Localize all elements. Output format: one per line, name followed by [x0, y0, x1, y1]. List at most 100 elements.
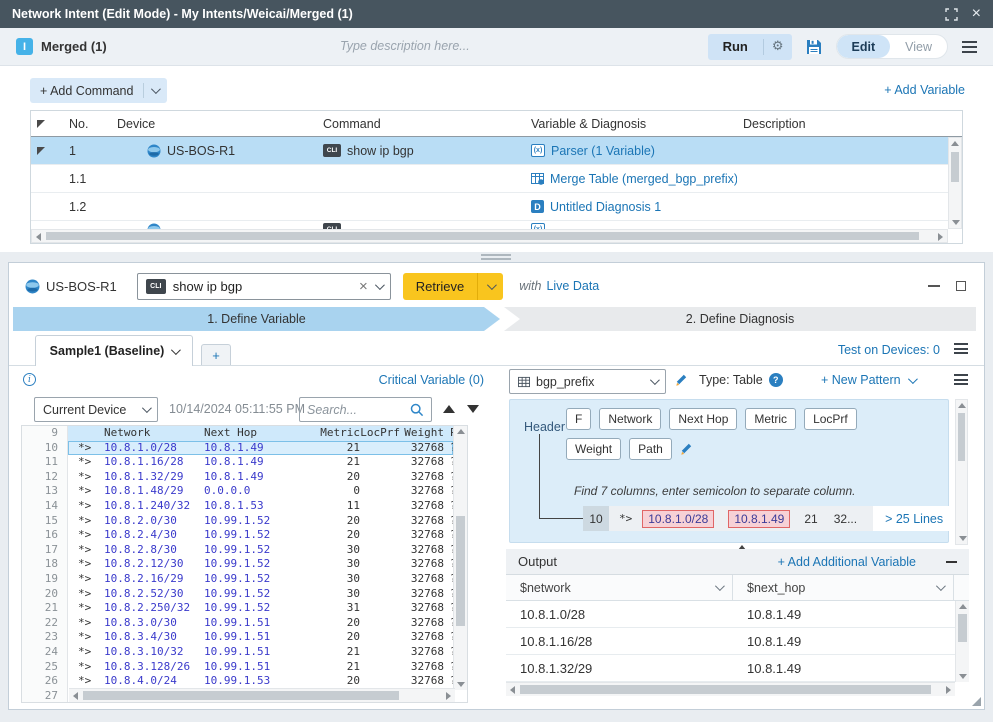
run-button[interactable]: Run [708, 34, 763, 60]
raw-text-line[interactable]: 22*>10.8.3.0/3010.99.1.512032768? [22, 616, 467, 631]
add-variable-link[interactable]: + Add Variable [884, 83, 965, 97]
search-icon[interactable] [410, 403, 424, 417]
raw-text-line[interactable]: 20*>10.8.2.52/3010.99.1.523032768? [22, 587, 467, 602]
diagnosis-icon: D [531, 200, 544, 213]
tab-sample1-baseline[interactable]: Sample1 (Baseline) [35, 335, 193, 366]
output-vscrollbar[interactable] [955, 601, 969, 682]
raw-hscrollbar[interactable] [69, 688, 455, 702]
panel-splitter-handle[interactable] [481, 254, 511, 260]
panel-resize-handle[interactable] [972, 697, 981, 706]
raw-text-line[interactable]: 12*>10.8.1.32/2910.8.1.492032768? [22, 470, 467, 485]
raw-text-line[interactable]: 26*>10.8.4.0/2410.99.1.532032768? [22, 674, 467, 689]
add-command-button[interactable]: + Add Command [30, 78, 167, 103]
step-define-variable[interactable]: 1. Define Variable [13, 307, 500, 331]
raw-header-line[interactable]: 9NetworkNext HopMetricLocPrfWeightPath [22, 426, 467, 441]
find-previous-icon[interactable] [443, 405, 455, 413]
raw-text-line[interactable]: 24*>10.8.3.10/3210.99.1.512132768? [22, 645, 467, 660]
raw-text-line[interactable]: 16*>10.8.2.4/3010.99.1.522032768? [22, 528, 467, 543]
raw-text-line[interactable]: 19*>10.8.2.16/2910.99.1.523032768? [22, 572, 467, 587]
raw-text-line[interactable]: 23*>10.8.3.4/3010.99.1.512032768? [22, 630, 467, 645]
maximize-icon[interactable] [945, 8, 958, 21]
close-icon[interactable]: × [972, 6, 981, 22]
column-key-chip[interactable]: Next Hop [669, 408, 737, 430]
tab-dropdown-icon[interactable] [171, 345, 181, 355]
collapse-panel-icon[interactable] [928, 285, 940, 287]
run-settings-gear-icon[interactable]: ⚙ [764, 39, 792, 54]
row-variable[interactable]: Merge Table (merged_bgp_prefix) [525, 172, 737, 186]
collapse-all-icon[interactable] [37, 120, 45, 128]
retrieve-dropdown-icon[interactable] [478, 277, 503, 295]
view-mode-button[interactable]: View [890, 35, 947, 58]
raw-text-line[interactable]: 13*>10.8.1.48/290.0.0.0032768? [22, 484, 467, 499]
raw-text-line[interactable]: 10*>10.8.1.0/2810.8.1.492132768? [22, 441, 467, 456]
pattern-vscrollbar[interactable] [955, 399, 968, 545]
raw-vscrollbar[interactable] [453, 426, 467, 690]
row-variable[interactable]: (x)Parser (1 Variable) [525, 144, 737, 158]
raw-text-line[interactable]: 21*>10.8.2.250/3210.99.1.523132768? [22, 601, 467, 616]
find-next-icon[interactable] [467, 405, 479, 413]
save-icon[interactable] [806, 39, 822, 55]
new-pattern-button[interactable]: + New Pattern [821, 373, 915, 387]
output-column-select[interactable]: $next_hop [733, 575, 954, 600]
edit-mode-button[interactable]: Edit [837, 35, 891, 58]
raw-text-line[interactable]: 14*>10.8.1.240/3210.8.1.531132768? [22, 499, 467, 514]
info-icon[interactable]: i [23, 373, 36, 386]
sample-nexthop-match[interactable]: 10.8.1.49 [728, 510, 790, 528]
lines-expand-link[interactable]: > 25 Lines [873, 506, 955, 531]
raw-text-line[interactable]: 17*>10.8.2.8/3010.99.1.523032768? [22, 543, 467, 558]
description-input[interactable]: Type description here... [340, 39, 470, 53]
output-minimize-icon[interactable] [946, 561, 957, 563]
add-command-dropdown-icon[interactable] [151, 84, 161, 94]
output-row[interactable]: 10.8.1.16/2810.8.1.49 [506, 628, 969, 655]
intent-name: Merged (1) [41, 39, 107, 54]
raw-text-line[interactable]: 15*>10.8.2.0/3010.99.1.522032768? [22, 514, 467, 529]
raw-output-viewer[interactable]: 9NetworkNext HopMetricLocPrfWeightPath10… [21, 425, 468, 703]
command-table-row[interactable]: 1US-BOS-R1CLIshow ip bgp(x)Parser (1 Var… [31, 137, 962, 165]
critical-variable-link[interactable]: Critical Variable (0) [379, 373, 484, 387]
toolbar-menu-icon[interactable] [962, 41, 977, 53]
output-row[interactable]: 10.8.1.0/2810.8.1.49 [506, 601, 969, 628]
pattern-menu-icon[interactable] [954, 374, 968, 385]
cli-badge: CLI [323, 144, 341, 157]
variable-select[interactable]: bgp_prefix [509, 369, 666, 394]
command-table-hscrollbar[interactable] [31, 229, 948, 243]
tab-menu-icon[interactable] [954, 343, 968, 354]
output-title: Output [518, 554, 557, 569]
live-data-link[interactable]: Live Data [546, 279, 599, 293]
row-device: US-BOS-R1 [111, 144, 317, 158]
row-collapse-icon[interactable] [37, 147, 45, 155]
device-scope-select[interactable]: Current Device [34, 397, 158, 422]
add-sample-tab[interactable]: + [201, 344, 231, 365]
command-table-row[interactable]: 1.2DUntitled Diagnosis 1 [31, 193, 962, 221]
command-table-vscrollbar[interactable] [948, 137, 962, 229]
intent-badge-icon: I [16, 38, 33, 55]
command-dropdown-icon[interactable] [375, 280, 385, 290]
command-table-row[interactable]: 1.1Merge Table (merged_bgp_prefix) [31, 165, 962, 193]
step-define-diagnosis[interactable]: 2. Define Diagnosis [504, 307, 976, 331]
output-hscrollbar[interactable] [506, 682, 955, 696]
output-column-select[interactable]: $network [506, 575, 733, 600]
retrieve-button[interactable]: Retrieve [403, 279, 477, 294]
column-key-chip[interactable]: Path [629, 438, 672, 460]
column-key-chip[interactable]: Weight [566, 438, 621, 460]
maximize-panel-icon[interactable] [956, 281, 966, 291]
raw-text-line[interactable]: 25*>10.8.3.128/2610.99.1.512132768? [22, 660, 467, 675]
raw-text-line[interactable]: 11*>10.8.1.16/2810.8.1.492132768? [22, 455, 467, 470]
output-row[interactable]: 10.8.1.32/2910.8.1.49 [506, 655, 969, 682]
help-icon[interactable]: ? [769, 373, 783, 387]
edit-keys-pencil-icon[interactable] [680, 442, 694, 456]
column-key-chip[interactable]: LocPrf [804, 408, 857, 430]
add-additional-variable-link[interactable]: + Add Additional Variable [778, 555, 916, 569]
row-variable[interactable]: DUntitled Diagnosis 1 [525, 200, 737, 214]
test-on-devices-link[interactable]: Test on Devices: 0 [838, 343, 940, 357]
search-input[interactable]: Search... [299, 397, 432, 422]
column-key-chip[interactable]: Metric [745, 408, 796, 430]
raw-text-line[interactable]: 18*>10.8.2.12/3010.99.1.523032768? [22, 557, 467, 572]
column-key-chip[interactable]: Network [599, 408, 661, 430]
sample-network-match[interactable]: 10.8.1.0/28 [642, 510, 714, 528]
edit-variable-pencil-icon[interactable] [675, 373, 689, 387]
command-input[interactable]: CLI show ip bgp × [137, 273, 391, 300]
clear-command-icon[interactable]: × [359, 279, 368, 294]
column-key-chip[interactable]: F [566, 408, 591, 430]
row-command: CLIshow ip bgp [317, 144, 525, 158]
